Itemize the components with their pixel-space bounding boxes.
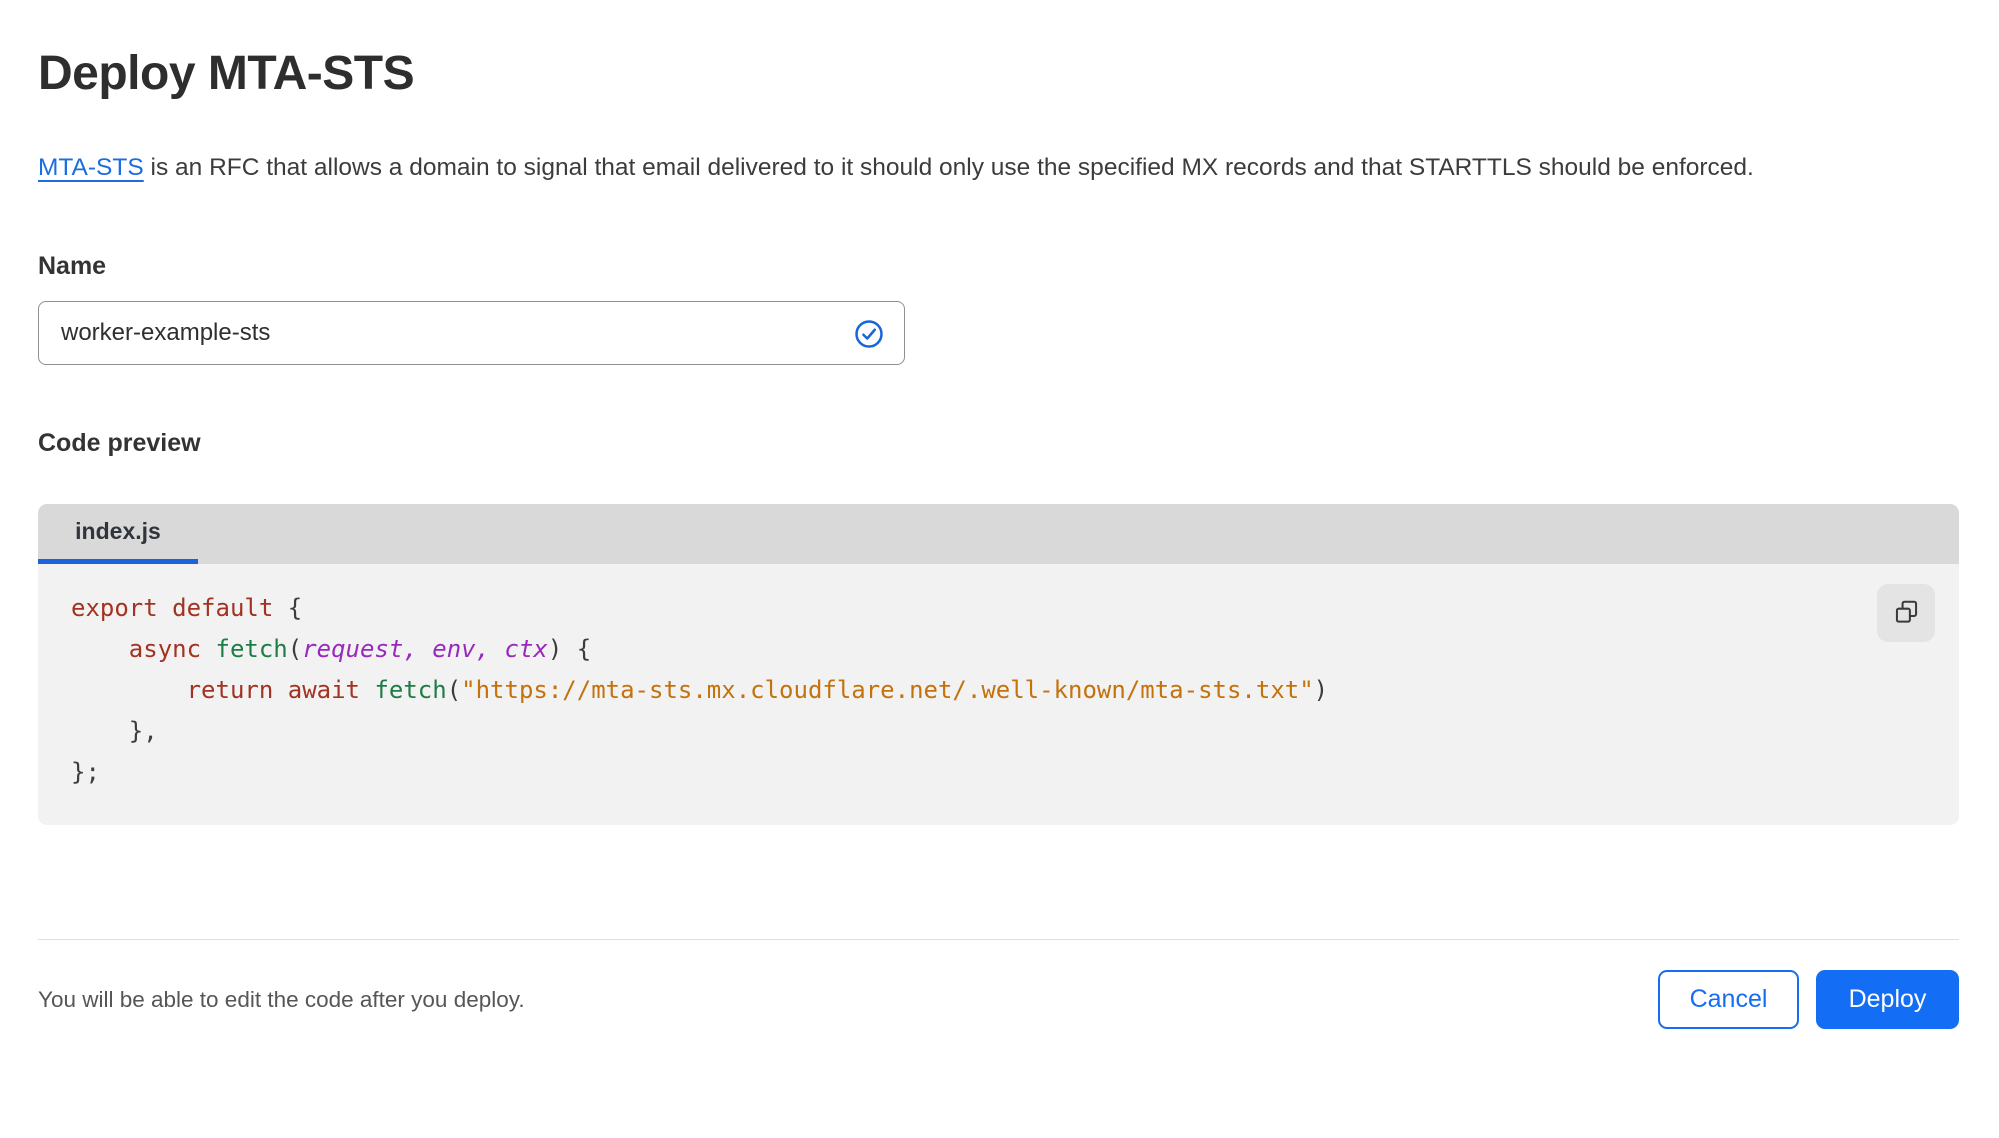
copy-button[interactable] [1877,584,1935,642]
footer-note: You will be able to edit the code after … [38,986,525,1012]
description: MTA-STS is an RFC that allows a domain t… [38,145,1918,190]
code-tab-bar: index.js [38,504,1959,564]
name-input-wrapper [38,301,905,365]
cancel-button[interactable]: Cancel [1658,970,1799,1029]
footer-actions: Cancel Deploy [1658,970,1959,1029]
copy-icon [1893,598,1920,628]
footer: You will be able to edit the code after … [38,970,1959,1029]
name-label: Name [38,252,107,280]
name-input[interactable] [39,302,904,364]
code-preview-label: Code preview [38,429,201,457]
page-title: Deploy MTA-STS [38,47,415,100]
code-content: export default { async fetch(request, en… [71,594,1329,786]
check-circle-icon [854,319,884,349]
mta-sts-link[interactable]: MTA-STS [38,154,144,181]
code-area: export default { async fetch(request, en… [38,564,1959,825]
description-text: is an RFC that allows a domain to signal… [143,154,1754,181]
tab-index-js[interactable]: index.js [38,504,198,564]
deploy-button[interactable]: Deploy [1816,970,1959,1029]
code-card: index.js export default { async fetch(re… [38,504,1959,825]
footer-divider [38,939,1959,940]
deploy-mta-sts-page: Deploy MTA-STS MTA-STS is an RFC that al… [0,0,1999,1029]
